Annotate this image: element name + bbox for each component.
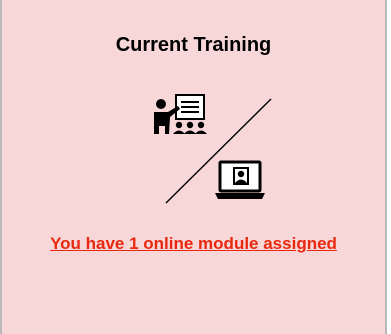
training-illustration	[154, 94, 272, 204]
card-title: Current Training	[115, 34, 272, 56]
online-training-laptop-icon	[215, 160, 265, 199]
assigned-module-link[interactable]: You have 1 online module assigned	[2, 234, 385, 254]
in-person-training-icon	[154, 94, 207, 134]
current-training-card: Current Training You have 1 online modul…	[0, 0, 387, 334]
